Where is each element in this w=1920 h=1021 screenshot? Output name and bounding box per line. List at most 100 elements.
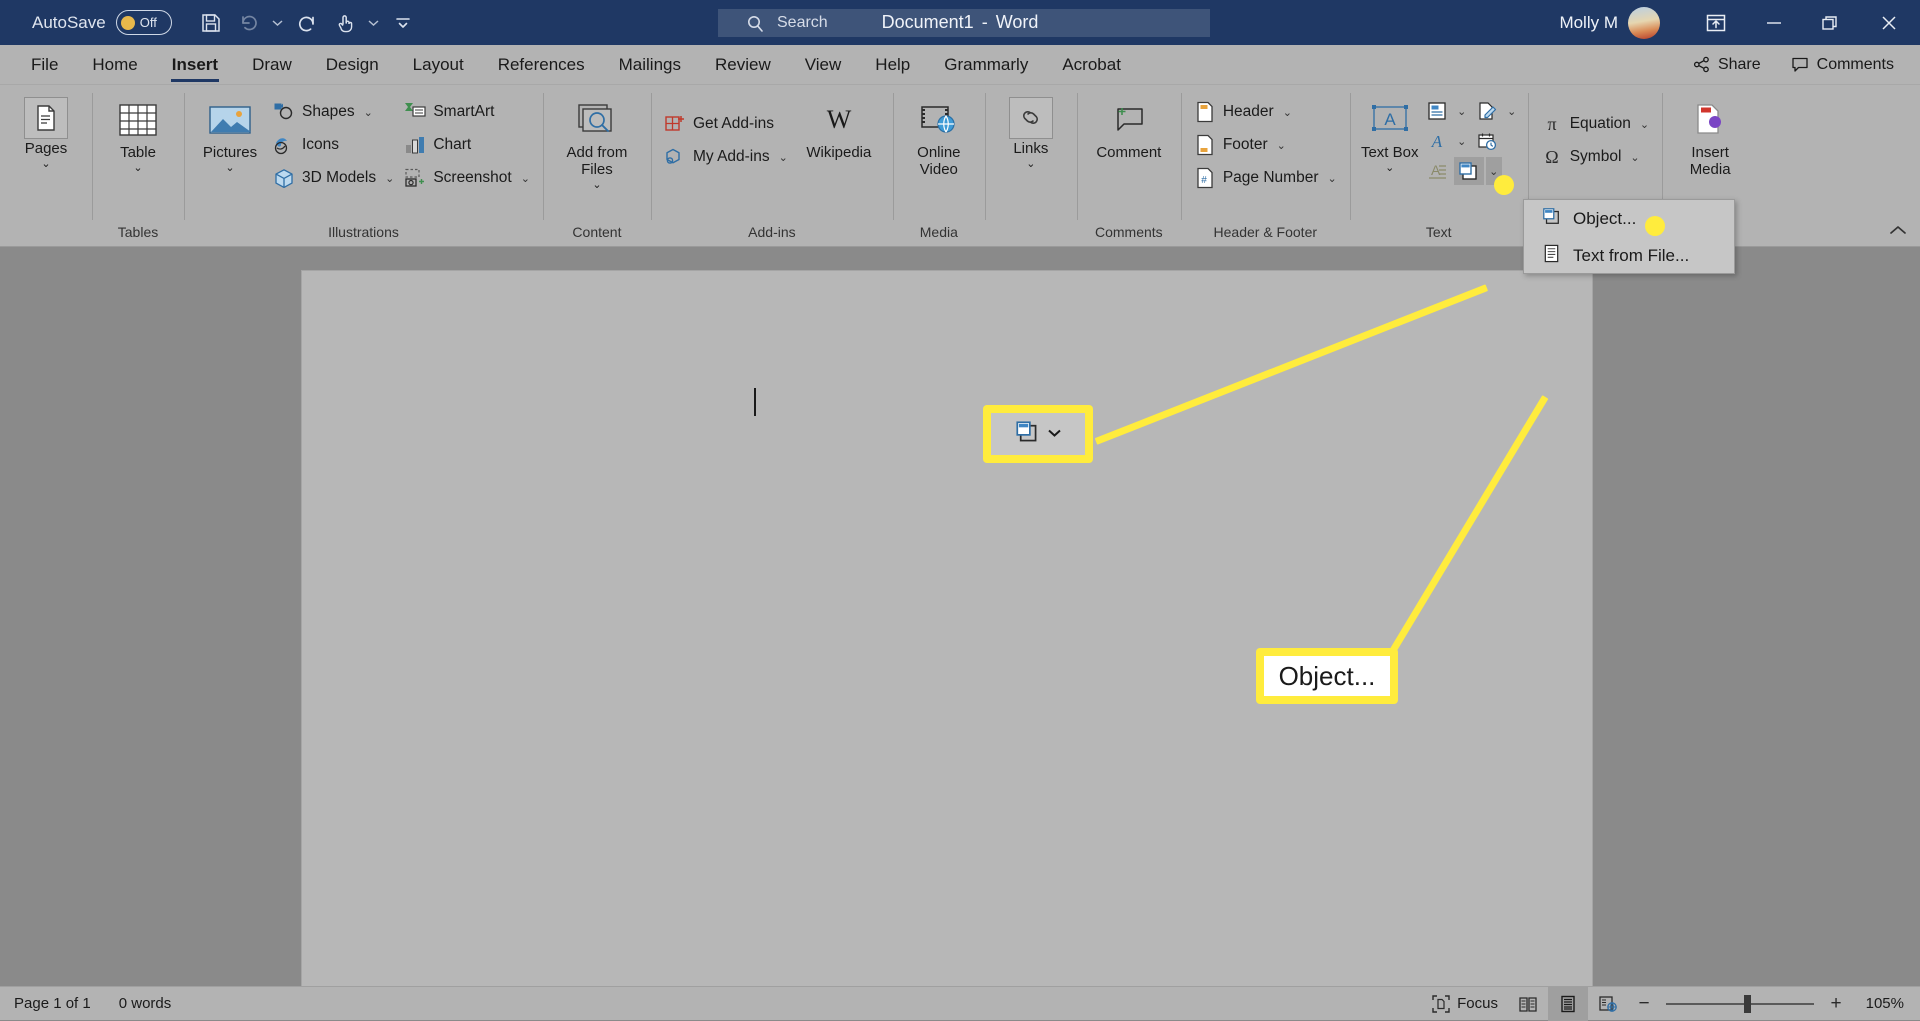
word-count[interactable]: 0 words [119,995,172,1012]
chevron-down-icon[interactable]: ⌄ [225,163,234,174]
tab-file[interactable]: File [14,45,75,84]
undo-icon[interactable] [232,7,266,39]
tab-acrobat[interactable]: Acrobat [1045,45,1138,84]
menu-item-text-from-file[interactable]: Text from File... [1524,237,1734,274]
comment-button[interactable]: Comment [1085,91,1173,162]
content-group-label: Content [572,224,621,246]
chart-button[interactable]: Chart [399,130,535,160]
3d-models-button[interactable]: 3D Models ⌄ [268,163,399,193]
collapse-ribbon-icon[interactable] [1888,223,1908,240]
autosave-control[interactable]: AutoSave Off [32,10,172,35]
menu-item-object[interactable]: Object... [1524,200,1734,237]
chevron-down-icon[interactable]: ⌄ [364,106,373,119]
links-button[interactable]: Links ⌄ [993,91,1069,170]
equation-button[interactable]: π Equation ⌄ [1536,109,1654,139]
tab-review[interactable]: Review [698,45,788,84]
chevron-down-icon[interactable]: ⌄ [521,172,530,185]
redo-icon[interactable] [290,7,324,39]
zoom-slider-track[interactable] [1666,1003,1814,1005]
zoom-slider[interactable]: − + [1628,993,1852,1015]
chevron-down-icon[interactable]: ⌄ [1454,127,1470,155]
shapes-button[interactable]: Shapes ⌄ [268,97,399,127]
tab-references[interactable]: References [481,45,602,84]
chevron-down-icon[interactable]: ⌄ [1385,163,1394,174]
my-addins-button[interactable]: My Add-ins ⌄ [659,142,793,172]
get-addins-button[interactable]: Get Add-ins [659,109,793,139]
zoom-slider-thumb[interactable] [1744,995,1751,1013]
comments-button[interactable]: Comments [1779,51,1906,79]
zoom-out-button[interactable]: − [1634,993,1654,1015]
minimize-icon[interactable] [1746,0,1802,45]
page-number-button[interactable]: # Page Number ⌄ [1189,163,1342,193]
chevron-down-icon[interactable]: ⌄ [1640,118,1649,131]
save-icon[interactable] [194,7,228,39]
quick-parts-icon[interactable] [1422,97,1452,125]
autosave-toggle[interactable]: Off [116,10,172,35]
ribbon-display-options-icon[interactable] [1686,0,1746,45]
icons-button[interactable]: Icons [268,130,399,160]
tab-layout[interactable]: Layout [396,45,481,84]
drop-cap-icon[interactable]: A [1422,157,1452,185]
date-time-icon[interactable] [1472,127,1502,155]
touch-dropdown-icon[interactable] [366,7,382,39]
tab-mailings[interactable]: Mailings [602,45,698,84]
chevron-down-icon[interactable]: ⌄ [1277,139,1286,152]
touch-mode-icon[interactable] [328,7,362,39]
avatar[interactable] [1628,7,1660,39]
close-icon[interactable] [1858,0,1920,45]
tab-home[interactable]: Home [75,45,154,84]
chevron-down-icon[interactable]: ⌄ [779,151,788,164]
table-button[interactable]: Table ⌄ [100,91,176,174]
tab-grammarly[interactable]: Grammarly [927,45,1045,84]
pictures-label: Pictures [203,145,257,162]
smartart-button[interactable]: SmartArt [399,97,535,127]
share-button[interactable]: Share [1681,51,1773,79]
tab-help[interactable]: Help [858,45,927,84]
chevron-down-icon[interactable]: ⌄ [133,163,142,174]
document-area[interactable] [0,249,1920,986]
web-layout-icon[interactable] [1588,987,1628,1021]
chevron-down-icon[interactable]: ⌄ [1630,151,1639,164]
chevron-down-icon[interactable]: ⌄ [1504,97,1520,125]
chevron-down-icon[interactable]: ⌄ [385,172,394,185]
undo-dropdown-icon[interactable] [270,7,286,39]
page-status[interactable]: Page 1 of 1 [14,995,91,1012]
chevron-down-icon[interactable]: ⌄ [592,180,601,191]
callout-object-button[interactable] [983,405,1093,463]
wikipedia-button[interactable]: W Wikipedia [793,91,885,162]
wordart-icon[interactable]: A [1422,127,1452,155]
tab-insert[interactable]: Insert [155,45,235,84]
pages-button[interactable]: Pages ⌄ [8,91,84,170]
online-video-button[interactable]: Online Video [901,91,977,179]
search-input[interactable]: Search [718,9,1210,37]
zoom-in-button[interactable]: + [1826,993,1846,1015]
chevron-down-icon[interactable]: ⌄ [1454,97,1470,125]
pictures-button[interactable]: Pictures ⌄ [192,91,268,174]
read-mode-icon[interactable] [1508,987,1548,1021]
chevron-down-icon[interactable]: ⌄ [1327,172,1336,185]
document-page[interactable] [302,271,1592,986]
customize-qat-icon[interactable] [386,7,420,39]
text-icon-row-2: A ⌄ [1422,127,1520,155]
tab-design[interactable]: Design [309,45,396,84]
header-button[interactable]: Header ⌄ [1189,97,1342,127]
zoom-level[interactable]: 105% [1852,995,1904,1012]
symbol-button[interactable]: Ω Symbol ⌄ [1536,142,1654,172]
screenshot-button[interactable]: Screenshot ⌄ [399,163,535,193]
print-layout-icon[interactable] [1548,987,1588,1021]
chevron-down-icon[interactable]: ⌄ [41,159,50,170]
tab-view[interactable]: View [788,45,859,84]
tab-draw[interactable]: Draw [235,45,309,84]
callout-object-label[interactable]: Object... [1256,648,1398,704]
user-name[interactable]: Molly M [1559,13,1618,33]
focus-button[interactable]: Focus [1422,987,1508,1021]
signature-line-icon[interactable] [1472,97,1502,125]
chevron-down-icon[interactable]: ⌄ [1283,106,1292,119]
add-from-files-button[interactable]: Add from Files ⌄ [551,91,643,191]
restore-icon[interactable] [1802,0,1858,45]
chevron-down-icon[interactable]: ⌄ [1026,159,1035,170]
text-box-button[interactable]: A Text Box ⌄ [1358,91,1422,174]
insert-media-button[interactable]: Insert Media [1670,91,1750,179]
object-icon[interactable] [1454,157,1484,185]
footer-button[interactable]: Footer ⌄ [1189,130,1342,160]
